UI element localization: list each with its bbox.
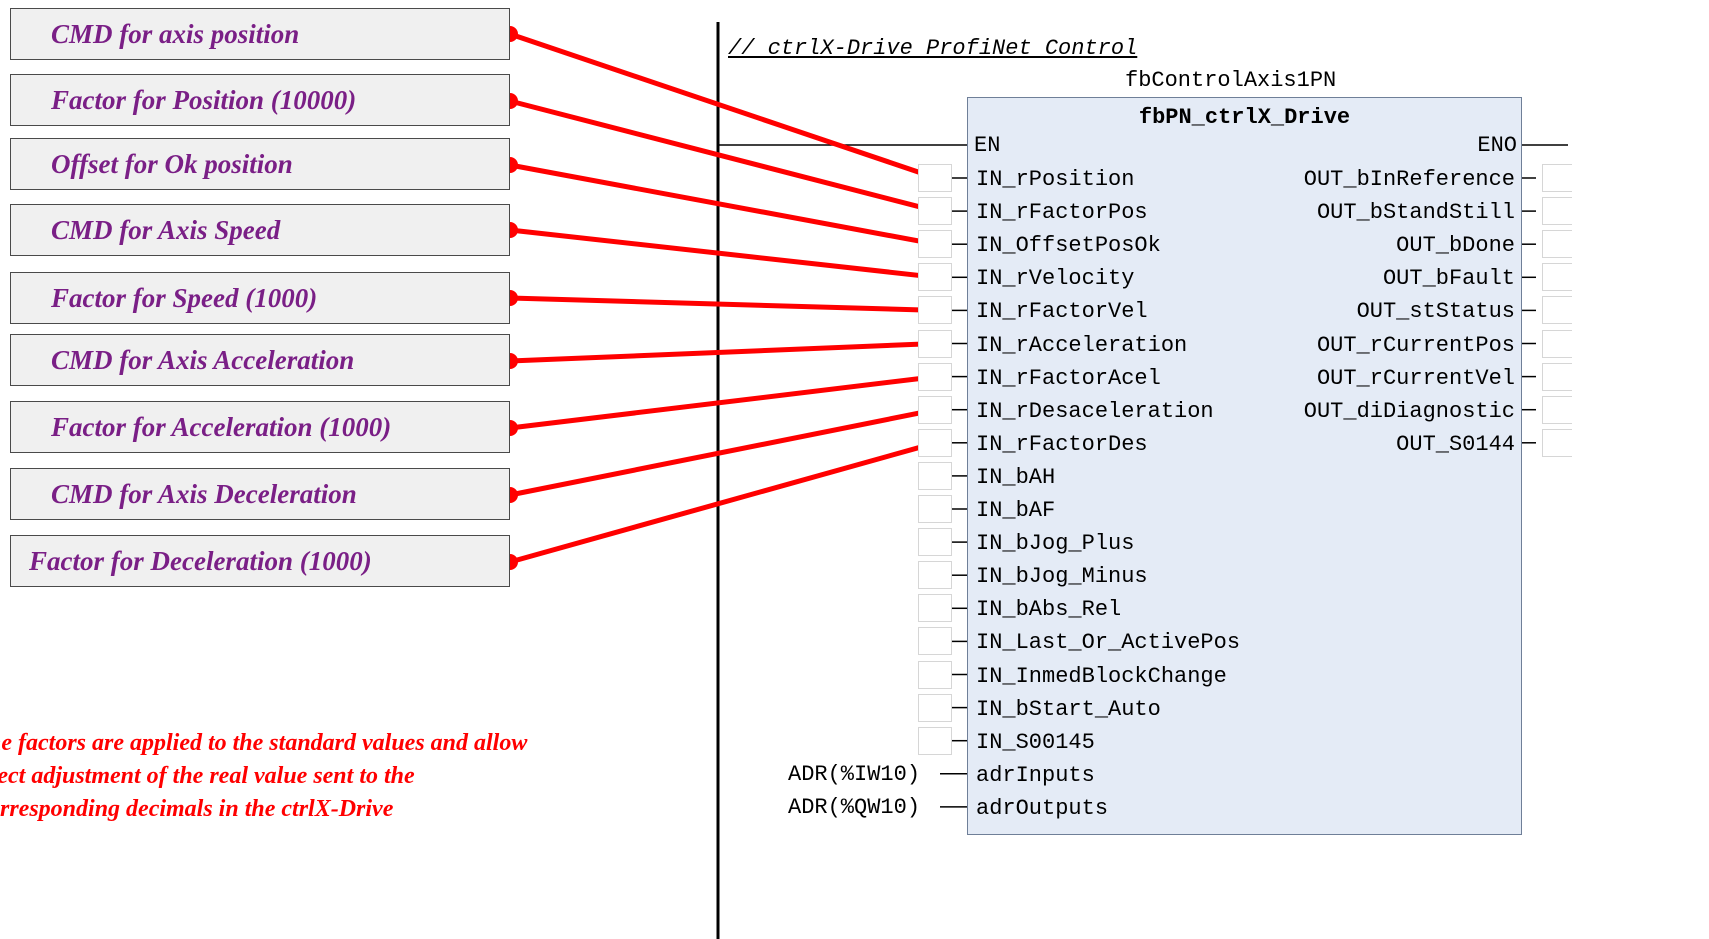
label-text: Factor for Acceleration (1000) [51, 411, 392, 442]
function-block[interactable]: fbPN_ctrlX_Drive EN ENO IN_rPosition IN_r… [967, 97, 1522, 835]
label-cmd-axis-speed: CMD for Axis Speed [10, 204, 510, 256]
output-value-cell[interactable] [1542, 164, 1572, 192]
input-value-cell[interactable] [918, 726, 952, 755]
output-pin-OUT_bFault: OUT_bFault [1382, 266, 1515, 292]
input-value-cell[interactable] [918, 495, 952, 523]
label-factor-acceleration: Factor for Acceleration (1000) [10, 401, 510, 453]
input-pin-IN_rAcceleration: IN_rAcceleration [976, 332, 1188, 358]
output-value-cell[interactable] [1542, 230, 1572, 259]
red-connection-wire [509, 440, 937, 565]
input-value-cell[interactable] [918, 362, 952, 391]
label-text: Offset for Ok position [51, 148, 293, 179]
input-pin-IN_rFactorPos: IN_rFactorPos [976, 200, 1148, 226]
label-factor-position: Factor for Position (10000) [10, 74, 510, 126]
input-pin-IN_InmedBlockChange: IN_InmedBlockChange [976, 663, 1227, 689]
input-value-cell[interactable] [918, 329, 952, 358]
input-pin-IN_OffsetPosOk: IN_OffsetPosOk [976, 233, 1161, 259]
label-cmd-axis-position: CMD for axis position [10, 8, 510, 60]
input-value-cell[interactable] [918, 263, 952, 292]
output-pin-OUT_S0144: OUT_S0144 [1396, 431, 1515, 457]
output-pin-OUT_bStandStill: OUT_bStandStill [1316, 200, 1515, 226]
label-factor-speed: Factor for Speed (1000) [10, 272, 510, 324]
label-text: Factor for Deceleration (1000) [29, 545, 372, 576]
output-value-cell[interactable] [1542, 428, 1572, 457]
input-pin-IN_rFactorAcel: IN_rFactorAcel [976, 365, 1161, 391]
input-value-cell[interactable] [918, 561, 952, 590]
red-connection-wire [509, 295, 937, 313]
input-pin-IN_rVelocity: IN_rVelocity [976, 266, 1135, 292]
block-type-name: fbPN_ctrlX_Drive [1138, 105, 1351, 130]
output-value-cell[interactable] [1542, 329, 1572, 358]
red-connection-wire [509, 227, 937, 280]
input-pin-IN_bAbs_Rel: IN_bAbs_Rel [976, 597, 1122, 623]
input-value-cell[interactable] [918, 528, 952, 557]
input-value-cell[interactable] [918, 428, 952, 457]
input-value-cell[interactable] [918, 197, 952, 226]
output-pin-OUT_rCurrentVel: OUT_rCurrentVel [1316, 365, 1515, 391]
en-pin-label: EN [974, 133, 1001, 158]
input-value-cell[interactable] [918, 164, 952, 192]
output-value-cell[interactable] [1542, 296, 1572, 325]
input-value-cell[interactable] [918, 594, 952, 623]
input-value-cell[interactable] [918, 296, 952, 325]
note-line: orresponding decimals in the ctrlX-Drive [0, 796, 394, 822]
input-pin-IN_bJog_Minus: IN_bJog_Minus [976, 564, 1148, 590]
label-text: CMD for Axis Deceleration [51, 478, 357, 509]
input-pin-adrOutputs: adrOutputs [976, 795, 1109, 821]
input-value-cell[interactable] [918, 230, 952, 259]
note-line: he factors are applied to the standard v… [0, 730, 528, 756]
label-text: CMD for axis position [51, 18, 300, 49]
output-pin-OUT_bDone: OUT_bDone [1396, 233, 1515, 259]
output-pin-OUT_bInReference: OUT_bInReference [1303, 167, 1515, 192]
input-pin-IN_Last_Or_ActivePos: IN_Last_Or_ActivePos [976, 630, 1241, 656]
input-value-cell[interactable] [918, 395, 952, 424]
output-pin-OUT_stStatus: OUT_stStatus [1356, 299, 1515, 325]
input-pin-IN_bAF: IN_bAF [976, 498, 1056, 523]
factor-note: he factors are applied to the standard v… [0, 727, 688, 826]
instance-name[interactable]: fbControlAxis1PN [1125, 68, 1336, 93]
label-cmd-axis-acceleration: CMD for Axis Acceleration [10, 334, 510, 386]
eno-pin-label: ENO [1477, 133, 1517, 158]
label-text: Factor for Position (10000) [51, 84, 357, 115]
input-value-cell[interactable] [918, 693, 952, 722]
input-pin-IN_bAH: IN_bAH [976, 464, 1056, 490]
output-pin-OUT_diDiagnostic: OUT_diDiagnostic [1303, 398, 1515, 424]
label-text: CMD for Axis Acceleration [51, 344, 355, 375]
input-pin-IN_rFactorVel: IN_rFactorVel [976, 299, 1148, 325]
input-value-cell[interactable] [918, 660, 952, 689]
output-pin-OUT_rCurrentPos: OUT_rCurrentPos [1316, 332, 1515, 358]
input-pin-IN_bJog_Plus: IN_bJog_Plus [976, 531, 1135, 557]
output-value-cell[interactable] [1542, 197, 1572, 226]
adr-inputs-arg[interactable]: ADR(%IW10) [788, 762, 920, 787]
input-pin-IN_rPosition: IN_rPosition [976, 167, 1135, 192]
input-pin-IN_bStart_Auto: IN_bStart_Auto [976, 696, 1161, 722]
red-connection-wire [509, 341, 937, 364]
input-pin-IN_rFactorDes: IN_rFactorDes [976, 431, 1148, 457]
output-value-cell[interactable] [1542, 263, 1572, 292]
note-line: rect adjustment of the real value sent t… [0, 763, 415, 789]
label-offset-ok-position: Offset for Ok position [10, 138, 510, 190]
input-pin-IN_S00145: IN_S00145 [976, 729, 1095, 755]
output-value-cell[interactable] [1542, 362, 1572, 391]
network-comment: // ctrlX-Drive ProfiNet Control [728, 36, 1138, 61]
adr-outputs-arg[interactable]: ADR(%QW10) [788, 795, 920, 820]
input-pin-IN_rDesaceleration: IN_rDesaceleration [976, 398, 1214, 424]
input-value-cell[interactable] [918, 461, 952, 490]
label-text: CMD for Axis Speed [51, 214, 281, 245]
output-value-cell[interactable] [1542, 395, 1572, 424]
label-text: Factor for Speed (1000) [51, 282, 318, 313]
label-cmd-axis-deceleration: CMD for Axis Deceleration [10, 468, 510, 520]
input-pin-adrInputs: adrInputs [976, 762, 1095, 788]
label-factor-deceleration: Factor for Deceleration (1000) [10, 535, 510, 587]
red-connection-wire [509, 162, 937, 247]
input-value-cell[interactable] [918, 627, 952, 656]
